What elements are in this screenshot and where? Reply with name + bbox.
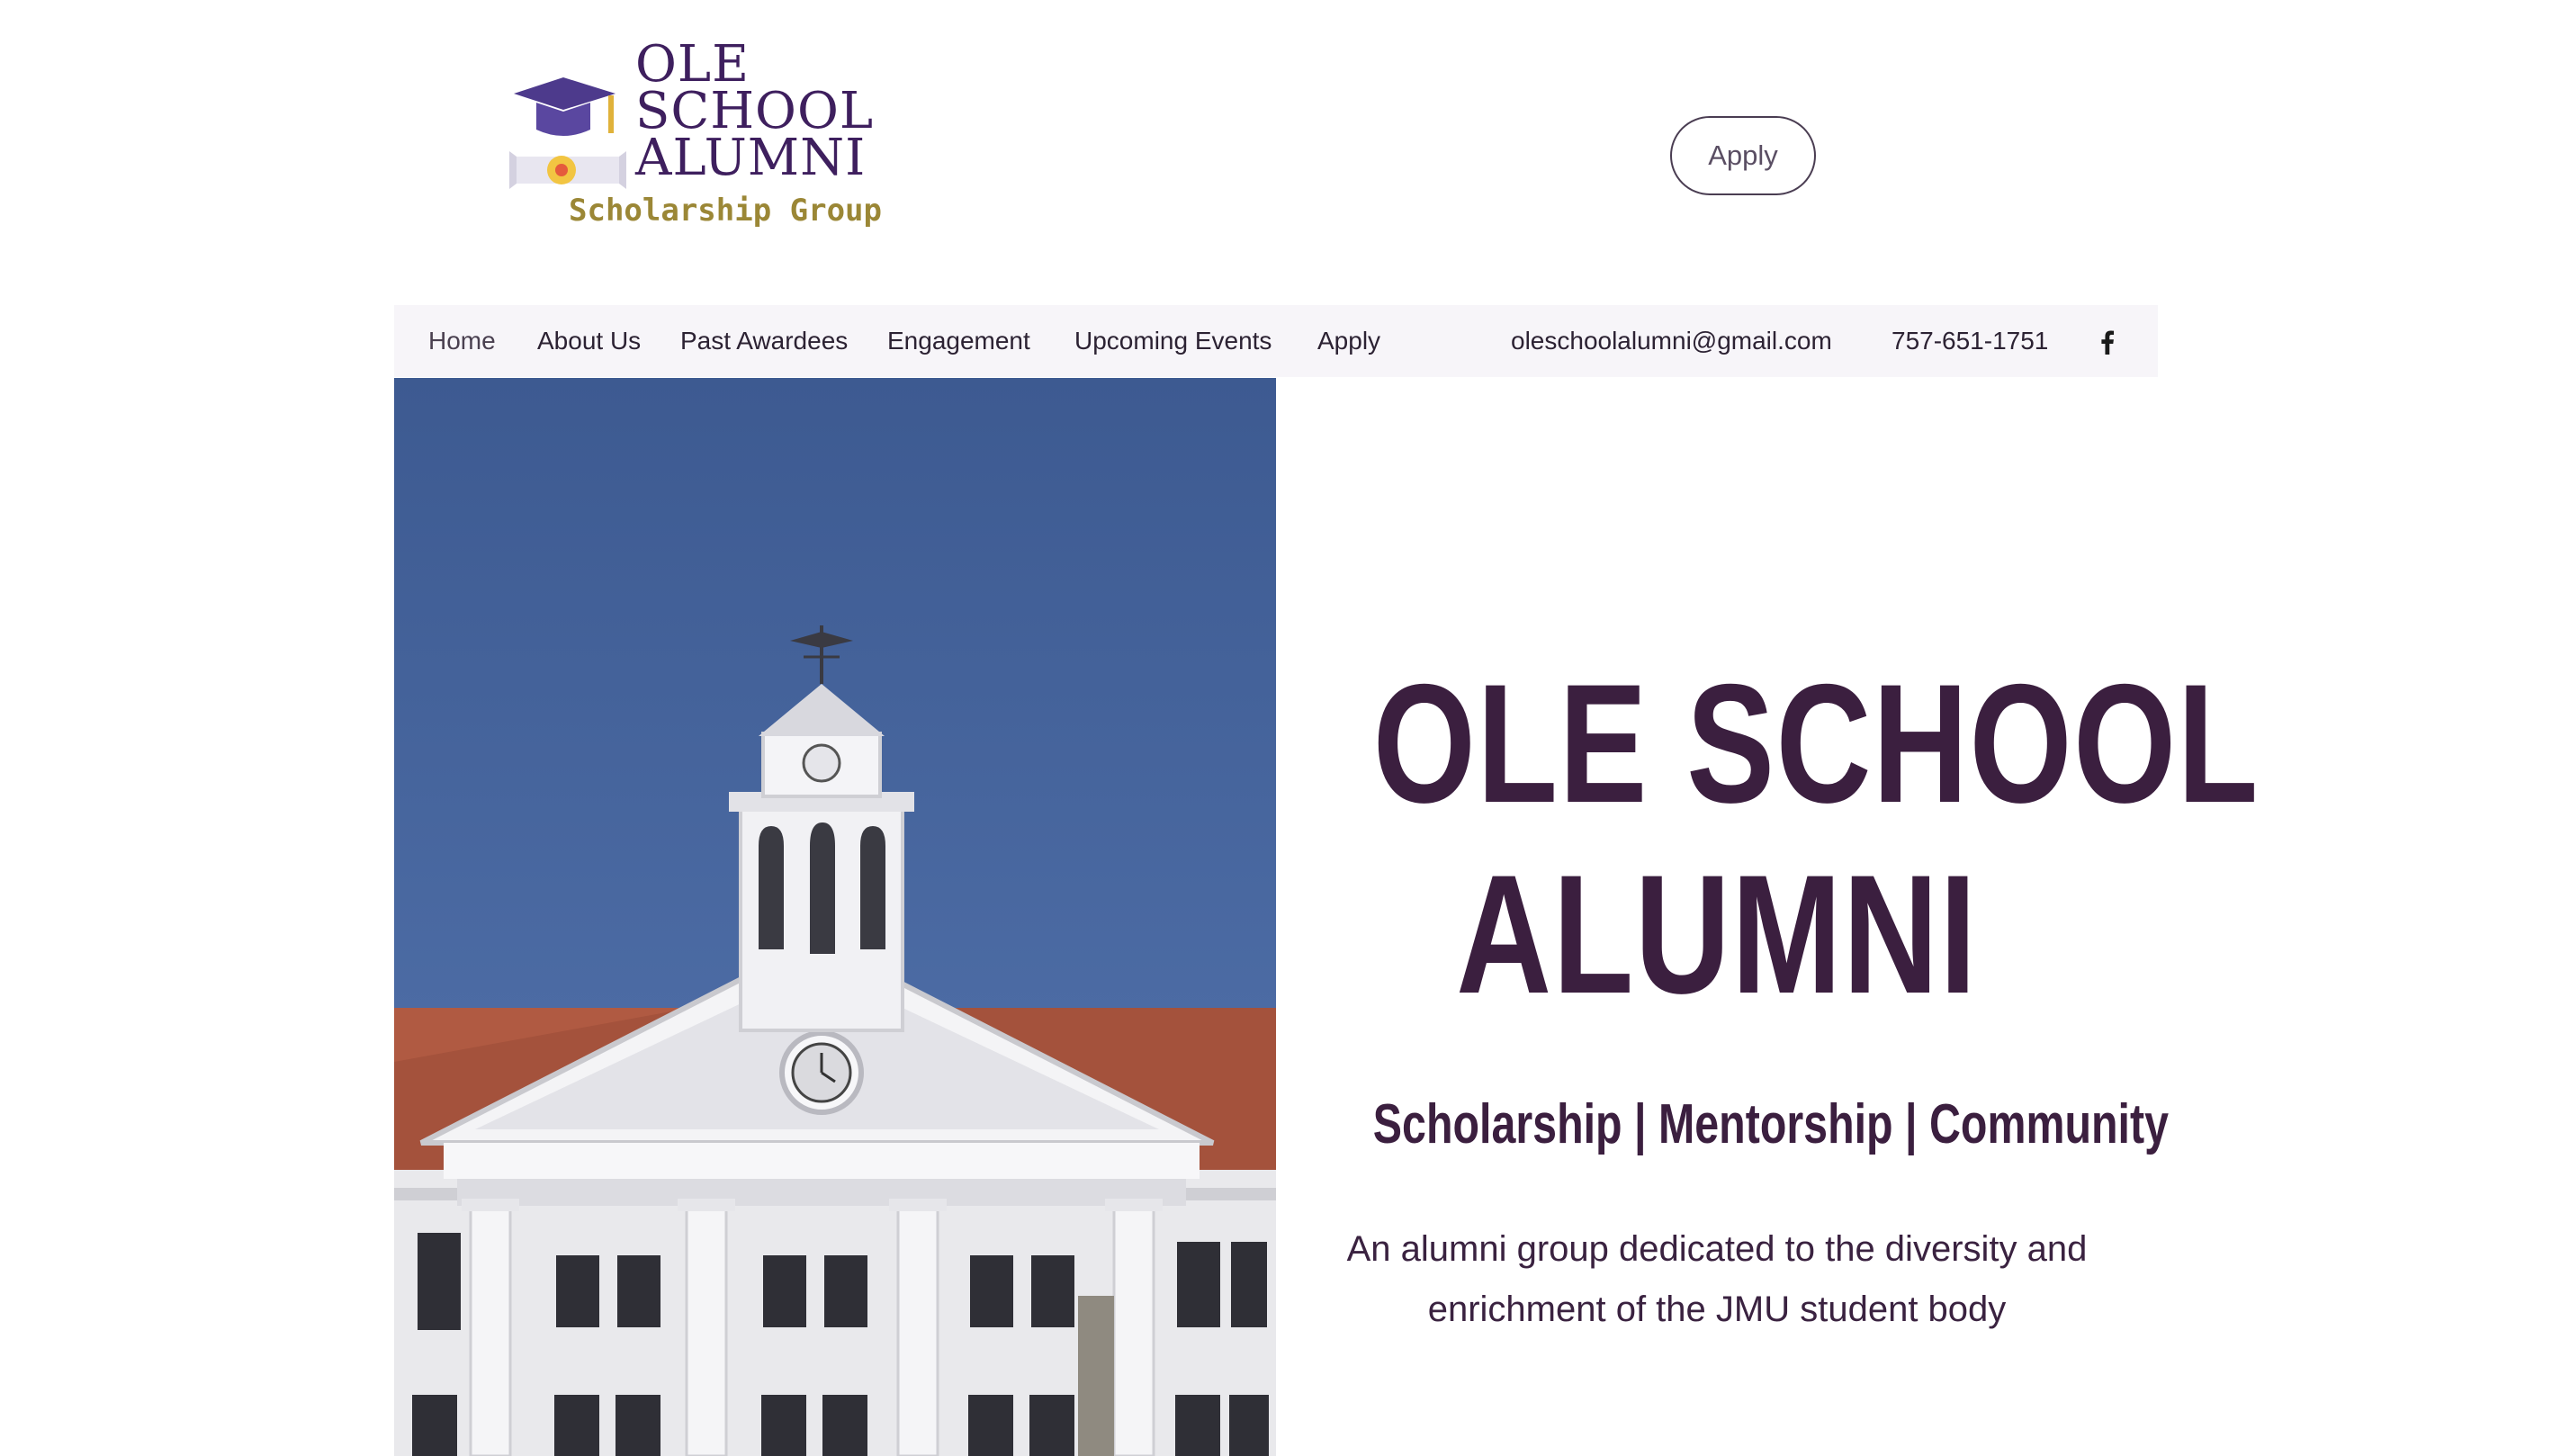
contact-phone[interactable]: 757-651-1751 bbox=[1892, 305, 2048, 377]
logo-title: OLE SCHOOL ALUMNI bbox=[635, 40, 874, 187]
hero-image bbox=[394, 378, 1276, 1456]
site-logo[interactable]: OLE SCHOOL ALUMNI Scholarship Group bbox=[509, 40, 905, 239]
nav-item-upcoming-events[interactable]: Upcoming Events bbox=[1074, 305, 1272, 377]
hero-description: An alumni group dedicated to the diversi… bbox=[1346, 1229, 2088, 1329]
hero-title-line: ALUMNI bbox=[1456, 840, 1978, 1029]
hero-title: OLE SCHOOL ALUMNI bbox=[1372, 648, 2260, 1029]
hero-tagline: Scholarship | Mentorship | Community bbox=[1372, 1093, 2169, 1155]
nav-item-home[interactable]: Home bbox=[428, 305, 496, 377]
main-nav: Home About Us Past Awardees Engagement U… bbox=[394, 305, 2158, 377]
graduation-cap-diploma-icon bbox=[509, 77, 626, 189]
facebook-icon[interactable] bbox=[2091, 325, 2124, 357]
hero-title-line: OLE SCHOOL bbox=[1372, 649, 2260, 838]
contact-email-link[interactable]: oleschoolalumni@gmail.com bbox=[1511, 305, 1832, 377]
nav-item-past-awardees[interactable]: Past Awardees bbox=[680, 305, 848, 377]
logo-title-line: ALUMNI bbox=[635, 129, 867, 187]
nav-item-apply[interactable]: Apply bbox=[1317, 305, 1380, 377]
nav-item-about-us[interactable]: About Us bbox=[537, 305, 641, 377]
nav-item-engagement[interactable]: Engagement bbox=[887, 305, 1030, 377]
apply-button[interactable]: Apply bbox=[1670, 116, 1816, 195]
campus-building-illustration bbox=[394, 378, 1276, 1456]
logo-subtitle: Scholarship Group bbox=[569, 193, 882, 229]
